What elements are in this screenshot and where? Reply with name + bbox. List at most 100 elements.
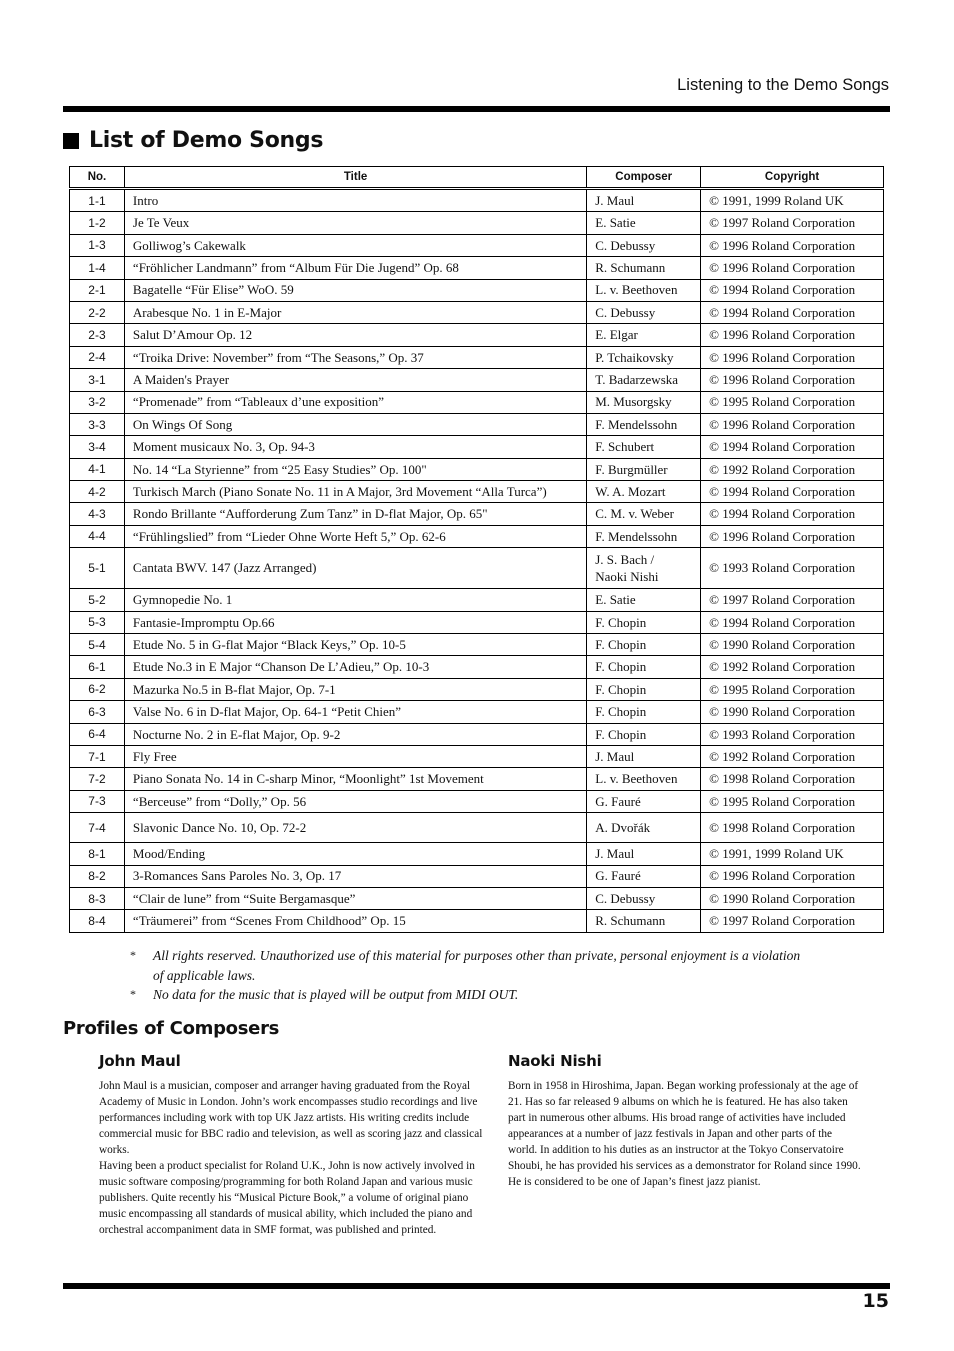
cell-number: 7-4 xyxy=(69,812,125,844)
footnote: * No data for the music that is played w… xyxy=(130,985,810,1005)
table-row: 4-2 Turkisch March (Piano Sonate No. 11 i… xyxy=(69,480,884,504)
cell-copyright: © 1994 Roland Corporation xyxy=(700,480,884,504)
cell-title: Cantata BWV. 147 (Jazz Arranged) xyxy=(123,547,588,590)
cell-composer: M. Musorgsky xyxy=(586,390,702,414)
cell-composer: F. Chopin xyxy=(586,700,702,724)
profile-name: Naoki Nishi xyxy=(508,1052,602,1070)
cell-composer: F. Chopin xyxy=(586,610,702,635)
cell-number: 6-1 xyxy=(69,655,125,679)
table-row: 3-4 Moment musicaux No. 3, Op. 94-3 F. Sch… xyxy=(69,435,884,459)
cell-title: Slavonic Dance No. 10, Op. 72-2 xyxy=(123,812,588,844)
cell-copyright: © 1995 Roland Corporation xyxy=(700,677,884,702)
cell-number: 1-1 xyxy=(69,187,125,213)
cell-number: 4-1 xyxy=(69,457,125,482)
cell-copyright: © 1996 Roland Corporation xyxy=(700,345,884,370)
table-row: 7-3 “Berceuse” from “Dolly,” Op. 56 G. Fau… xyxy=(69,789,884,814)
cell-title: “Berceuse” from “Dolly,” Op. 56 xyxy=(123,789,588,814)
cell-copyright: © 1991, 1999 Roland UK xyxy=(700,842,884,866)
cell-title: “Troika Drive: November” from “The Seaso… xyxy=(123,345,588,370)
cell-copyright: © 1990 Roland Corporation xyxy=(700,886,884,911)
cell-copyright: © 1993 Roland Corporation xyxy=(700,722,884,746)
cell-copyright: © 1996 Roland Corporation xyxy=(700,524,884,549)
profile-bio: Born in 1958 in Hiroshima, Japan. Began … xyxy=(508,1080,861,1188)
table-row: 7-2 Piano Sonata No. 14 in C-sharp Minor,… xyxy=(69,767,884,791)
cell-title: Nocturne No. 2 in E-flat Major, Op. 9-2 xyxy=(123,722,588,746)
cell-copyright: © 1994 Roland Corporation xyxy=(700,278,884,302)
cell-copyright: © 1996 Roland Corporation xyxy=(700,233,884,258)
table-row: 8-3 “Clair de lune” from “Suite Bergamasq… xyxy=(69,886,884,911)
cell-title: On Wings Of Song xyxy=(123,412,588,437)
cell-copyright: © 1994 Roland Corporation xyxy=(700,610,884,635)
cell-composer: F. Chopin xyxy=(586,677,702,702)
profile-john-maul: John Maul John Maul is a musician, compo… xyxy=(99,1052,494,1238)
cell-number: 5-2 xyxy=(69,588,125,612)
cell-copyright: © 1994 Roland Corporation xyxy=(700,300,884,325)
cell-title: A Maiden's Prayer xyxy=(123,368,588,392)
footnote-marker: * xyxy=(130,987,136,1001)
table-row: 5-2 Gymnopedie No. 1 E. Satie © 1997 Roland… xyxy=(69,588,884,612)
cell-title: Fly Free xyxy=(123,744,588,769)
cell-copyright: © 1992 Roland Corporation xyxy=(700,655,884,679)
cell-title: Salut D’Amour Op. 12 xyxy=(123,323,588,347)
table-row: 7-1 Fly Free J. Maul © 1992 Roland Corporat… xyxy=(69,744,884,769)
cell-copyright: © 1991, 1999 Roland UK xyxy=(700,187,884,213)
table-row: 6-4 Nocturne No. 2 in E-flat Major, Op. 9… xyxy=(69,722,884,746)
cell-title: Je Te Veux xyxy=(123,211,588,235)
cell-number: 4-2 xyxy=(69,480,125,504)
cell-title: Gymnopedie No. 1 xyxy=(123,588,588,612)
table-row: 8-2 3-Romances Sans Paroles No. 3, Op. 17… xyxy=(69,864,884,888)
cell-title: Etude No. 5 in G-flat Major “Black Keys,… xyxy=(123,633,588,657)
table-row: 5-1 Cantata BWV. 147 (Jazz Arranged) J. S.… xyxy=(69,547,884,590)
profile-name: John Maul xyxy=(99,1052,181,1070)
cell-title: Golliwog’s Cakewalk xyxy=(123,233,588,258)
cell-title: Intro xyxy=(123,187,588,213)
cell-number: 5-3 xyxy=(69,610,125,635)
cell-title: “Frühlingslied” from “Lieder Ohne Worte … xyxy=(123,524,588,549)
cell-composer: J. S. Bach / Naoki Nishi xyxy=(586,547,702,590)
profile-naoki-nishi: Naoki Nishi Born in 1958 in Hiroshima, J… xyxy=(508,1052,863,1190)
cell-composer: F. Schubert xyxy=(586,435,702,459)
square-bullet-icon xyxy=(63,132,79,149)
cell-copyright: © 1996 Roland Corporation xyxy=(700,412,884,437)
footnotes: * All rights reserved. Unauthorized use … xyxy=(130,946,810,1005)
cell-copyright: © 1997 Roland Corporation xyxy=(700,909,884,933)
cell-composer: F. Mendelssohn xyxy=(586,412,702,437)
cell-copyright: © 1996 Roland Corporation xyxy=(700,864,884,888)
cell-copyright: © 1998 Roland Corporation xyxy=(700,812,884,844)
cell-copyright: © 1996 Roland Corporation xyxy=(700,323,884,347)
cell-number: 2-1 xyxy=(69,278,125,302)
profile-bio: John Maul is a musician, composer and ar… xyxy=(99,1080,483,1236)
cell-composer: P. Tchaikovsky xyxy=(586,345,702,370)
cell-composer: F. Chopin xyxy=(586,633,702,657)
cell-composer: C. Debussy xyxy=(586,886,702,911)
table-row: 8-1 Mood/Ending J. Maul © 1991, 1999 Roland… xyxy=(69,842,884,866)
cell-title: Piano Sonata No. 14 in C-sharp Minor, “M… xyxy=(123,767,588,791)
table-row: 1-3 Golliwog’s Cakewalk C. Debussy © 1996 R… xyxy=(69,233,884,258)
cell-number: 6-4 xyxy=(69,722,125,746)
header-divider xyxy=(63,106,890,112)
cell-composer: E. Satie xyxy=(586,211,702,235)
cell-number: 8-1 xyxy=(69,842,125,866)
cell-number: 1-4 xyxy=(69,256,125,280)
cell-number: 2-2 xyxy=(69,300,125,325)
cell-composer: R. Schumann xyxy=(586,256,702,280)
cell-composer: A. Dvořák xyxy=(586,812,702,844)
footnote: * All rights reserved. Unauthorized use … xyxy=(130,946,810,985)
table-row: 1-2 Je Te Veux E. Satie © 1997 Roland Corpo… xyxy=(69,211,884,235)
cell-title: Turkisch March (Piano Sonate No. 11 in A… xyxy=(123,480,588,504)
cell-copyright: © 1997 Roland Corporation xyxy=(700,588,884,612)
column-header-copyright: Copyright xyxy=(700,166,884,190)
cell-copyright: © 1997 Roland Corporation xyxy=(700,211,884,235)
cell-copyright: © 1994 Roland Corporation xyxy=(700,502,884,526)
cell-title: “Clair de lune” from “Suite Bergamasque” xyxy=(123,886,588,911)
cell-copyright: © 1993 Roland Corporation xyxy=(700,547,884,590)
cell-composer: F. Burgmüller xyxy=(586,457,702,482)
cell-number: 6-2 xyxy=(69,677,125,702)
table-row: 5-4 Etude No. 5 in G-flat Major “Black Ke… xyxy=(69,633,884,657)
cell-number: 1-3 xyxy=(69,233,125,258)
footnote-marker: * xyxy=(130,948,136,962)
cell-title: 3-Romances Sans Paroles No. 3, Op. 17 xyxy=(123,864,588,888)
cell-composer: F. Chopin xyxy=(586,655,702,679)
cell-copyright: © 1996 Roland Corporation xyxy=(700,368,884,392)
cell-copyright: © 1992 Roland Corporation xyxy=(700,457,884,482)
